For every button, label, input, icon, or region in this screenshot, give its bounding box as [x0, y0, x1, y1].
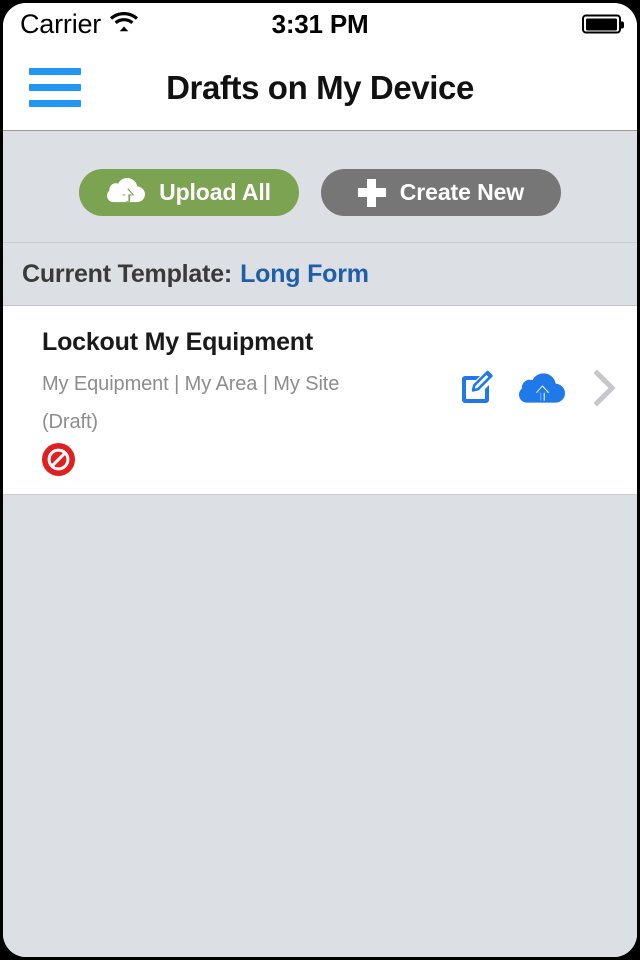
edit-pencil-icon[interactable] [457, 368, 497, 413]
cloud-upload-icon[interactable] [519, 371, 565, 410]
action-button-row: Upload All Create New [3, 169, 637, 216]
draft-title: Lockout My Equipment [42, 328, 314, 356]
menu-bar-1 [29, 68, 81, 75]
draft-status: (Draft) [42, 411, 98, 433]
battery-fill [585, 18, 617, 30]
empty-list-area [3, 495, 637, 957]
cloud-upload-icon [107, 176, 146, 209]
chevron-right-icon[interactable] [593, 369, 617, 412]
status-bar-left: Carrier [20, 8, 139, 39]
upload-all-label: Upload All [159, 179, 271, 205]
status-bar: Carrier 3:31 PM [3, 3, 637, 45]
plus-icon [357, 178, 386, 207]
menu-bar-2 [29, 84, 81, 91]
battery-full-icon [582, 14, 624, 34]
phone-screen: Carrier 3:31 PM Drafts on My Device Uplo… [3, 3, 637, 957]
create-new-button[interactable]: Create New [320, 169, 561, 216]
page-title: Drafts on My Device [166, 68, 474, 106]
drafts-list: Lockout My Equipment My Equipment | My A… [3, 305, 637, 495]
row-action-group [457, 368, 617, 413]
nav-bar: Drafts on My Device [3, 45, 637, 131]
wifi-icon [110, 11, 139, 37]
toolbar-section: Upload All Create New [3, 131, 637, 243]
current-template-row: Current Template: Long Form [3, 243, 637, 305]
carrier-label: Carrier [20, 8, 102, 39]
device-frame: Carrier 3:31 PM Drafts on My Device Uplo… [0, 0, 640, 960]
table-row[interactable]: Lockout My Equipment My Equipment | My A… [3, 306, 637, 495]
upload-all-button[interactable]: Upload All [79, 169, 299, 216]
create-new-label: Create New [399, 179, 525, 205]
menu-bar-3 [29, 100, 81, 107]
current-template-label: Current Template: [22, 259, 233, 288]
hamburger-menu-icon[interactable] [29, 68, 81, 108]
status-bar-right [582, 14, 624, 34]
current-template-value[interactable]: Long Form [240, 260, 369, 289]
prohibited-icon [42, 443, 75, 476]
